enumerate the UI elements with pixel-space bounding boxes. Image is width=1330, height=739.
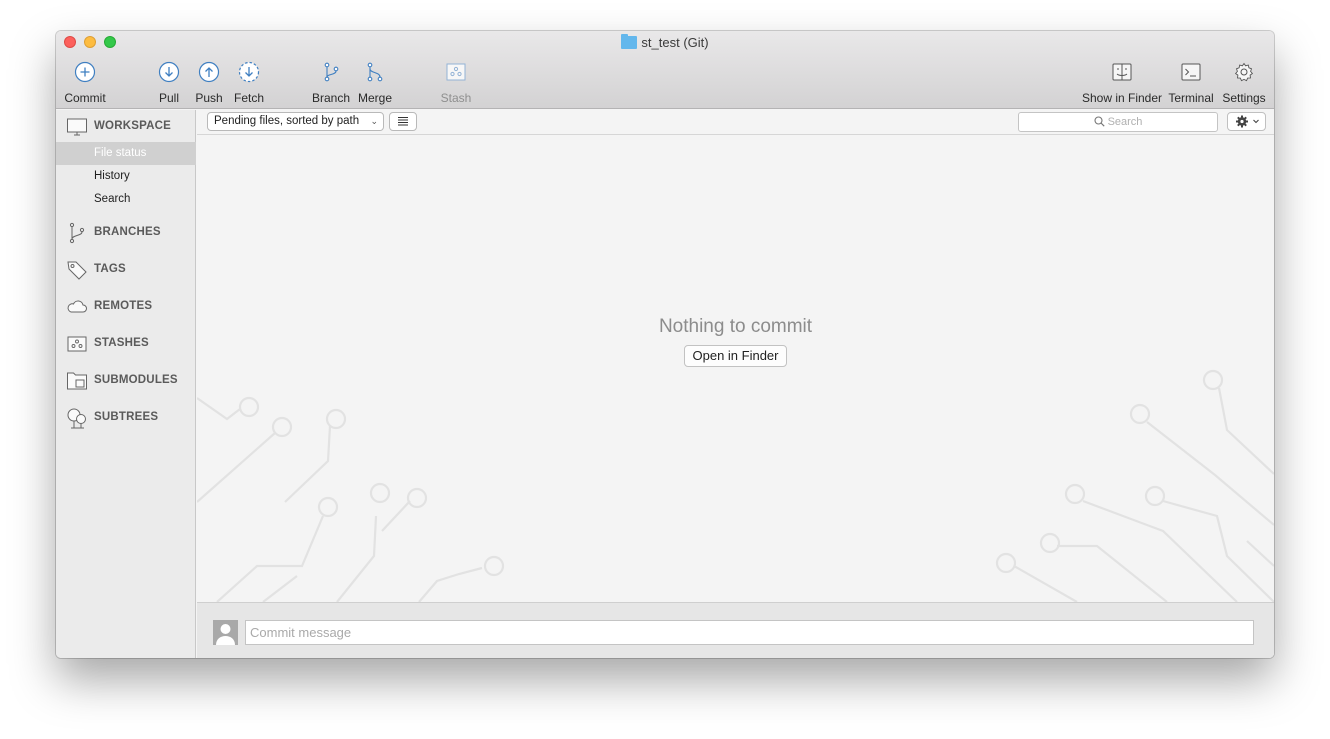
branch-icon [324, 62, 339, 82]
sidebar-section-label: SUBTREES [94, 411, 159, 423]
sidebar-item-history[interactable]: History [56, 165, 196, 188]
terminal-label: Terminal [1168, 91, 1214, 105]
gear-icon [1234, 62, 1254, 82]
sort-dropdown-value: Pending files, sorted by path [214, 115, 360, 127]
sidebar-section-label: SUBMODULES [94, 374, 178, 386]
terminal-button[interactable]: Terminal [1166, 61, 1216, 107]
sort-dropdown[interactable]: Pending files, sorted by path ⌄ [207, 112, 384, 131]
options-dropdown-button[interactable] [1227, 112, 1266, 131]
pull-label: Pull [158, 91, 179, 105]
branch-icon [69, 222, 85, 244]
folder-icon [621, 34, 638, 49]
search-placeholder: Search [1107, 116, 1143, 128]
window-title-text: st_test (Git) [641, 35, 709, 50]
circuit-background-illustration [197, 369, 1274, 602]
open-in-finder-button[interactable]: Open in Finder [684, 345, 787, 367]
sidebar-item-file-status[interactable]: File status [56, 142, 196, 165]
main-panel: Pending files, sorted by path ⌄ Search N… [197, 110, 1274, 658]
sidebar-section-submodules[interactable]: SUBMODULES [56, 368, 196, 394]
tag-icon [67, 261, 87, 280]
show-in-finder-button[interactable]: Show in Finder [1081, 61, 1163, 107]
sidebar-section-label: TAGS [94, 263, 126, 275]
fetch-icon [238, 61, 260, 83]
stash-label: Stash [440, 91, 472, 105]
file-status-content: Nothing to commit Open in Finder [197, 136, 1274, 602]
sidebar-section-workspace[interactable]: WORKSPACE [56, 114, 196, 140]
push-button[interactable]: Push [192, 61, 226, 107]
terminal-icon [1181, 63, 1201, 81]
tree-icon [67, 408, 86, 429]
stash-icon [67, 336, 87, 352]
sidebar-section-label: REMOTES [94, 300, 153, 312]
gear-icon [1236, 115, 1259, 128]
push-label: Push [195, 91, 223, 105]
finder-icon [1112, 63, 1132, 81]
commit-bar [197, 602, 1274, 658]
filter-bar: Pending files, sorted by path ⌄ Search [197, 110, 1274, 135]
sidebar: WORKSPACE File status History Search BRA… [56, 110, 196, 658]
settings-button[interactable]: Settings [1220, 61, 1268, 107]
pull-button[interactable]: Pull [152, 61, 186, 107]
submodule-icon [67, 372, 87, 390]
commit-label: Commit [64, 91, 106, 105]
monitor-icon [67, 118, 87, 136]
window-title: st_test (Git) [56, 34, 1274, 50]
merge-icon [367, 62, 383, 82]
list-icon [398, 117, 408, 126]
stash-button[interactable]: Stash [436, 61, 476, 107]
show-in-finder-label: Show in Finder [1081, 91, 1163, 105]
sidebar-section-label: WORKSPACE [94, 120, 171, 132]
stash-icon [446, 63, 466, 81]
commit-button[interactable]: Commit [60, 61, 110, 107]
arrow-down-circle-icon [158, 61, 180, 83]
sidebar-section-label: BRANCHES [94, 226, 161, 238]
fetch-label: Fetch [233, 91, 264, 105]
sidebar-section-branches[interactable]: BRANCHES [56, 220, 196, 246]
search-icon [1094, 116, 1105, 127]
sidebar-section-subtrees[interactable]: SUBTREES [56, 405, 196, 431]
sidebar-section-stashes[interactable]: STASHES [56, 331, 196, 357]
branch-label: Branch [311, 91, 351, 105]
user-icon [216, 624, 235, 645]
settings-label: Settings [1222, 91, 1266, 105]
sidebar-section-tags[interactable]: TAGS [56, 257, 196, 283]
app-window: st_test (Git) Commit Pull Push Fetch Bra… [56, 31, 1274, 658]
merge-label: Merge [357, 91, 392, 105]
search-input[interactable]: Search [1018, 112, 1218, 132]
empty-state-title: Nothing to commit [658, 316, 813, 337]
chevron-down-icon: ⌄ [370, 116, 378, 126]
fetch-button[interactable]: Fetch [230, 61, 268, 107]
avatar [213, 620, 238, 645]
list-view-button[interactable] [389, 112, 417, 131]
sidebar-item-search[interactable]: Search [56, 188, 196, 211]
sidebar-section-label: STASHES [94, 337, 149, 349]
branch-button[interactable]: Branch [310, 61, 352, 107]
cloud-icon [67, 300, 87, 313]
titlebar: st_test (Git) Commit Pull Push Fetch Bra… [56, 31, 1274, 109]
sidebar-section-remotes[interactable]: REMOTES [56, 294, 196, 320]
arrow-up-circle-icon [198, 61, 220, 83]
commit-message-input[interactable] [245, 620, 1254, 645]
merge-button[interactable]: Merge [356, 61, 394, 107]
plus-circle-icon [74, 61, 96, 83]
